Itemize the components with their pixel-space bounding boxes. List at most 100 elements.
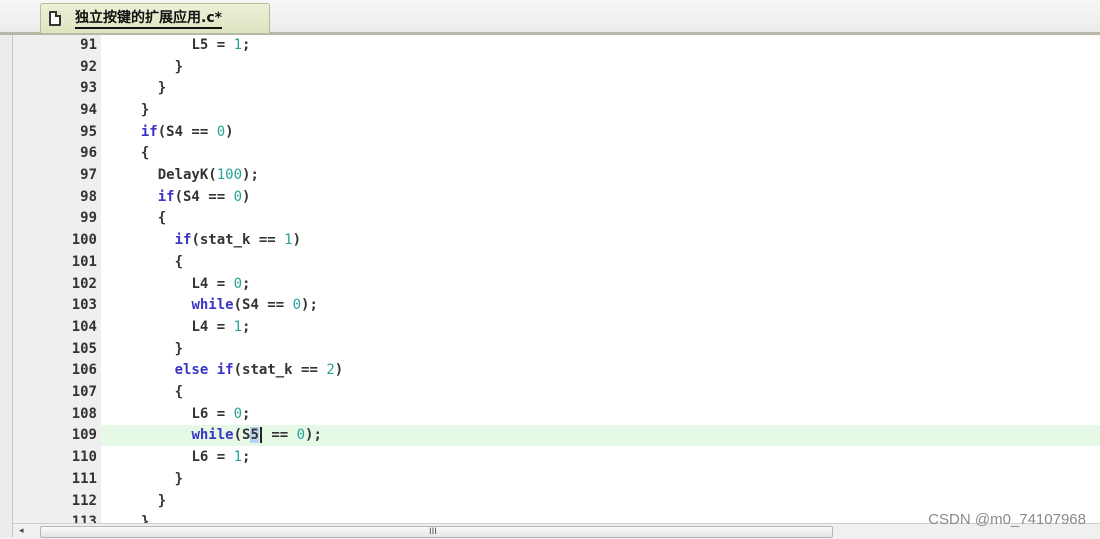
line-number: 98 [80, 188, 97, 205]
tab-file[interactable]: 独立按键的扩展应用.c* [40, 3, 270, 33]
keyword: while [191, 427, 234, 444]
number-literal: 0 [233, 188, 243, 205]
code-token: } [157, 492, 167, 509]
keyword: while [191, 297, 234, 314]
code-line[interactable]: 91 L5 = 1; [13, 35, 1100, 56]
code-line[interactable]: 104 L4 = 1; [13, 316, 1100, 338]
code-line[interactable]: 97 DelayK(100); [13, 164, 1100, 186]
code-text: } [124, 102, 149, 118]
number-literal: 0 [233, 275, 243, 292]
code-line[interactable]: 100 if(stat_k == 1) [13, 229, 1100, 251]
code-token: ; [242, 36, 251, 53]
code-line[interactable]: 105 } [13, 338, 1100, 360]
code-token: } [174, 470, 184, 487]
line-number: 107 [71, 384, 97, 401]
code-token: } [157, 80, 167, 97]
line-number: 112 [71, 492, 97, 509]
number-literal: 0 [233, 405, 243, 422]
code-line[interactable]: 101 { [13, 251, 1100, 273]
code-line[interactable]: 99 { [13, 208, 1100, 230]
line-number: 106 [71, 362, 97, 379]
code-text: L5 = 1; [124, 37, 250, 53]
code-token: ) [242, 188, 251, 205]
number-literal: 100 [216, 167, 243, 184]
code-line[interactable]: 107 { [13, 381, 1100, 403]
code-token: { [157, 210, 167, 227]
code-token: } [140, 514, 150, 523]
number-literal: 0 [216, 123, 226, 140]
code-text: } [124, 59, 183, 75]
code-text: if(S4 == 0) [124, 188, 251, 205]
code-line[interactable]: 94 } [13, 99, 1100, 121]
code-token: { [174, 253, 184, 270]
code-text: } [124, 514, 149, 523]
code-token: (S4 == [174, 188, 234, 205]
code-line[interactable]: 112 } [13, 490, 1100, 512]
code-line[interactable]: 108 L6 = 0; [13, 403, 1100, 425]
code-token: ); [301, 297, 318, 314]
code-text: L4 = 1; [124, 319, 250, 335]
code-line[interactable]: 98 if(S4 == 0) [13, 186, 1100, 208]
left-panel-edge [0, 35, 13, 538]
code-text: } [124, 471, 183, 487]
code-token: ; [242, 405, 251, 422]
code-token: ) [334, 362, 344, 379]
code-token: L6 = [191, 405, 234, 422]
keyword: if [174, 232, 192, 249]
code-text: L6 = 1; [124, 449, 250, 465]
code-text: { [124, 384, 183, 400]
code-editor[interactable]: 91 L5 = 1; 92 } 93 } 94 } 95 if(S4 == 0) 96 {… [13, 35, 1100, 523]
line-number: 94 [80, 101, 97, 118]
line-number: 109 [13, 427, 97, 444]
line-number: 101 [71, 253, 97, 270]
line-number: 105 [71, 340, 97, 357]
line-number: 110 [71, 449, 97, 466]
line-number: 91 [80, 36, 97, 53]
code-text: } [124, 341, 183, 357]
code-token: ; [242, 318, 251, 335]
code-line[interactable]: 111 } [13, 468, 1100, 490]
code-line[interactable]: 93 } [13, 77, 1100, 99]
file-icon [49, 11, 61, 26]
code-line[interactable]: 95 if(S4 == 0) [13, 121, 1100, 143]
tab-bar: 独立按键的扩展应用.c* [0, 0, 1100, 35]
keyword: else if [174, 362, 234, 379]
code-token: { [174, 384, 184, 401]
line-number: 95 [80, 123, 97, 140]
code-token: { [140, 145, 150, 162]
code-text: { [124, 210, 166, 226]
code-token: L6 = [191, 449, 234, 466]
line-number: 92 [80, 58, 97, 75]
scroll-left-icon[interactable]: ◂ [19, 526, 24, 536]
line-number: 99 [80, 210, 97, 227]
code-line-current[interactable]: 109 while(S5 == 0); [13, 424, 1100, 447]
code-text: } [124, 80, 166, 96]
code-line[interactable]: 106 else if(stat_k == 2) [13, 360, 1100, 382]
code-line[interactable]: 96 { [13, 143, 1100, 165]
code-text: } [124, 493, 166, 509]
code-line[interactable]: 102 L4 = 0; [13, 273, 1100, 295]
line-number: 93 [80, 80, 97, 97]
code-token: (stat_k == [233, 362, 327, 379]
number-literal: 1 [233, 36, 243, 53]
number-literal: 2 [326, 362, 335, 379]
line-number: 108 [71, 405, 97, 422]
code-token: } [174, 58, 184, 75]
code-line[interactable]: 110 L6 = 1; [13, 446, 1100, 468]
number-literal: 0 [292, 297, 302, 314]
code-text: if(S4 == 0) [124, 124, 234, 140]
tab-title: 独立按键的扩展应用.c* [75, 9, 222, 29]
scrollbar-thumb[interactable]: III [40, 526, 833, 538]
code-token: } [140, 101, 150, 118]
number-literal: 1 [233, 318, 243, 335]
code-text: { [124, 254, 183, 270]
code-token: DelayK( [157, 167, 217, 184]
code-token: ) [292, 232, 302, 249]
code-token: } [174, 340, 184, 357]
line-number: 102 [71, 275, 97, 292]
line-number: 97 [80, 167, 97, 184]
line-number: 104 [71, 318, 97, 335]
code-line[interactable]: 92 } [13, 56, 1100, 78]
number-literal: 0 [296, 427, 306, 444]
code-line[interactable]: 103 while(S4 == 0); [13, 294, 1100, 316]
